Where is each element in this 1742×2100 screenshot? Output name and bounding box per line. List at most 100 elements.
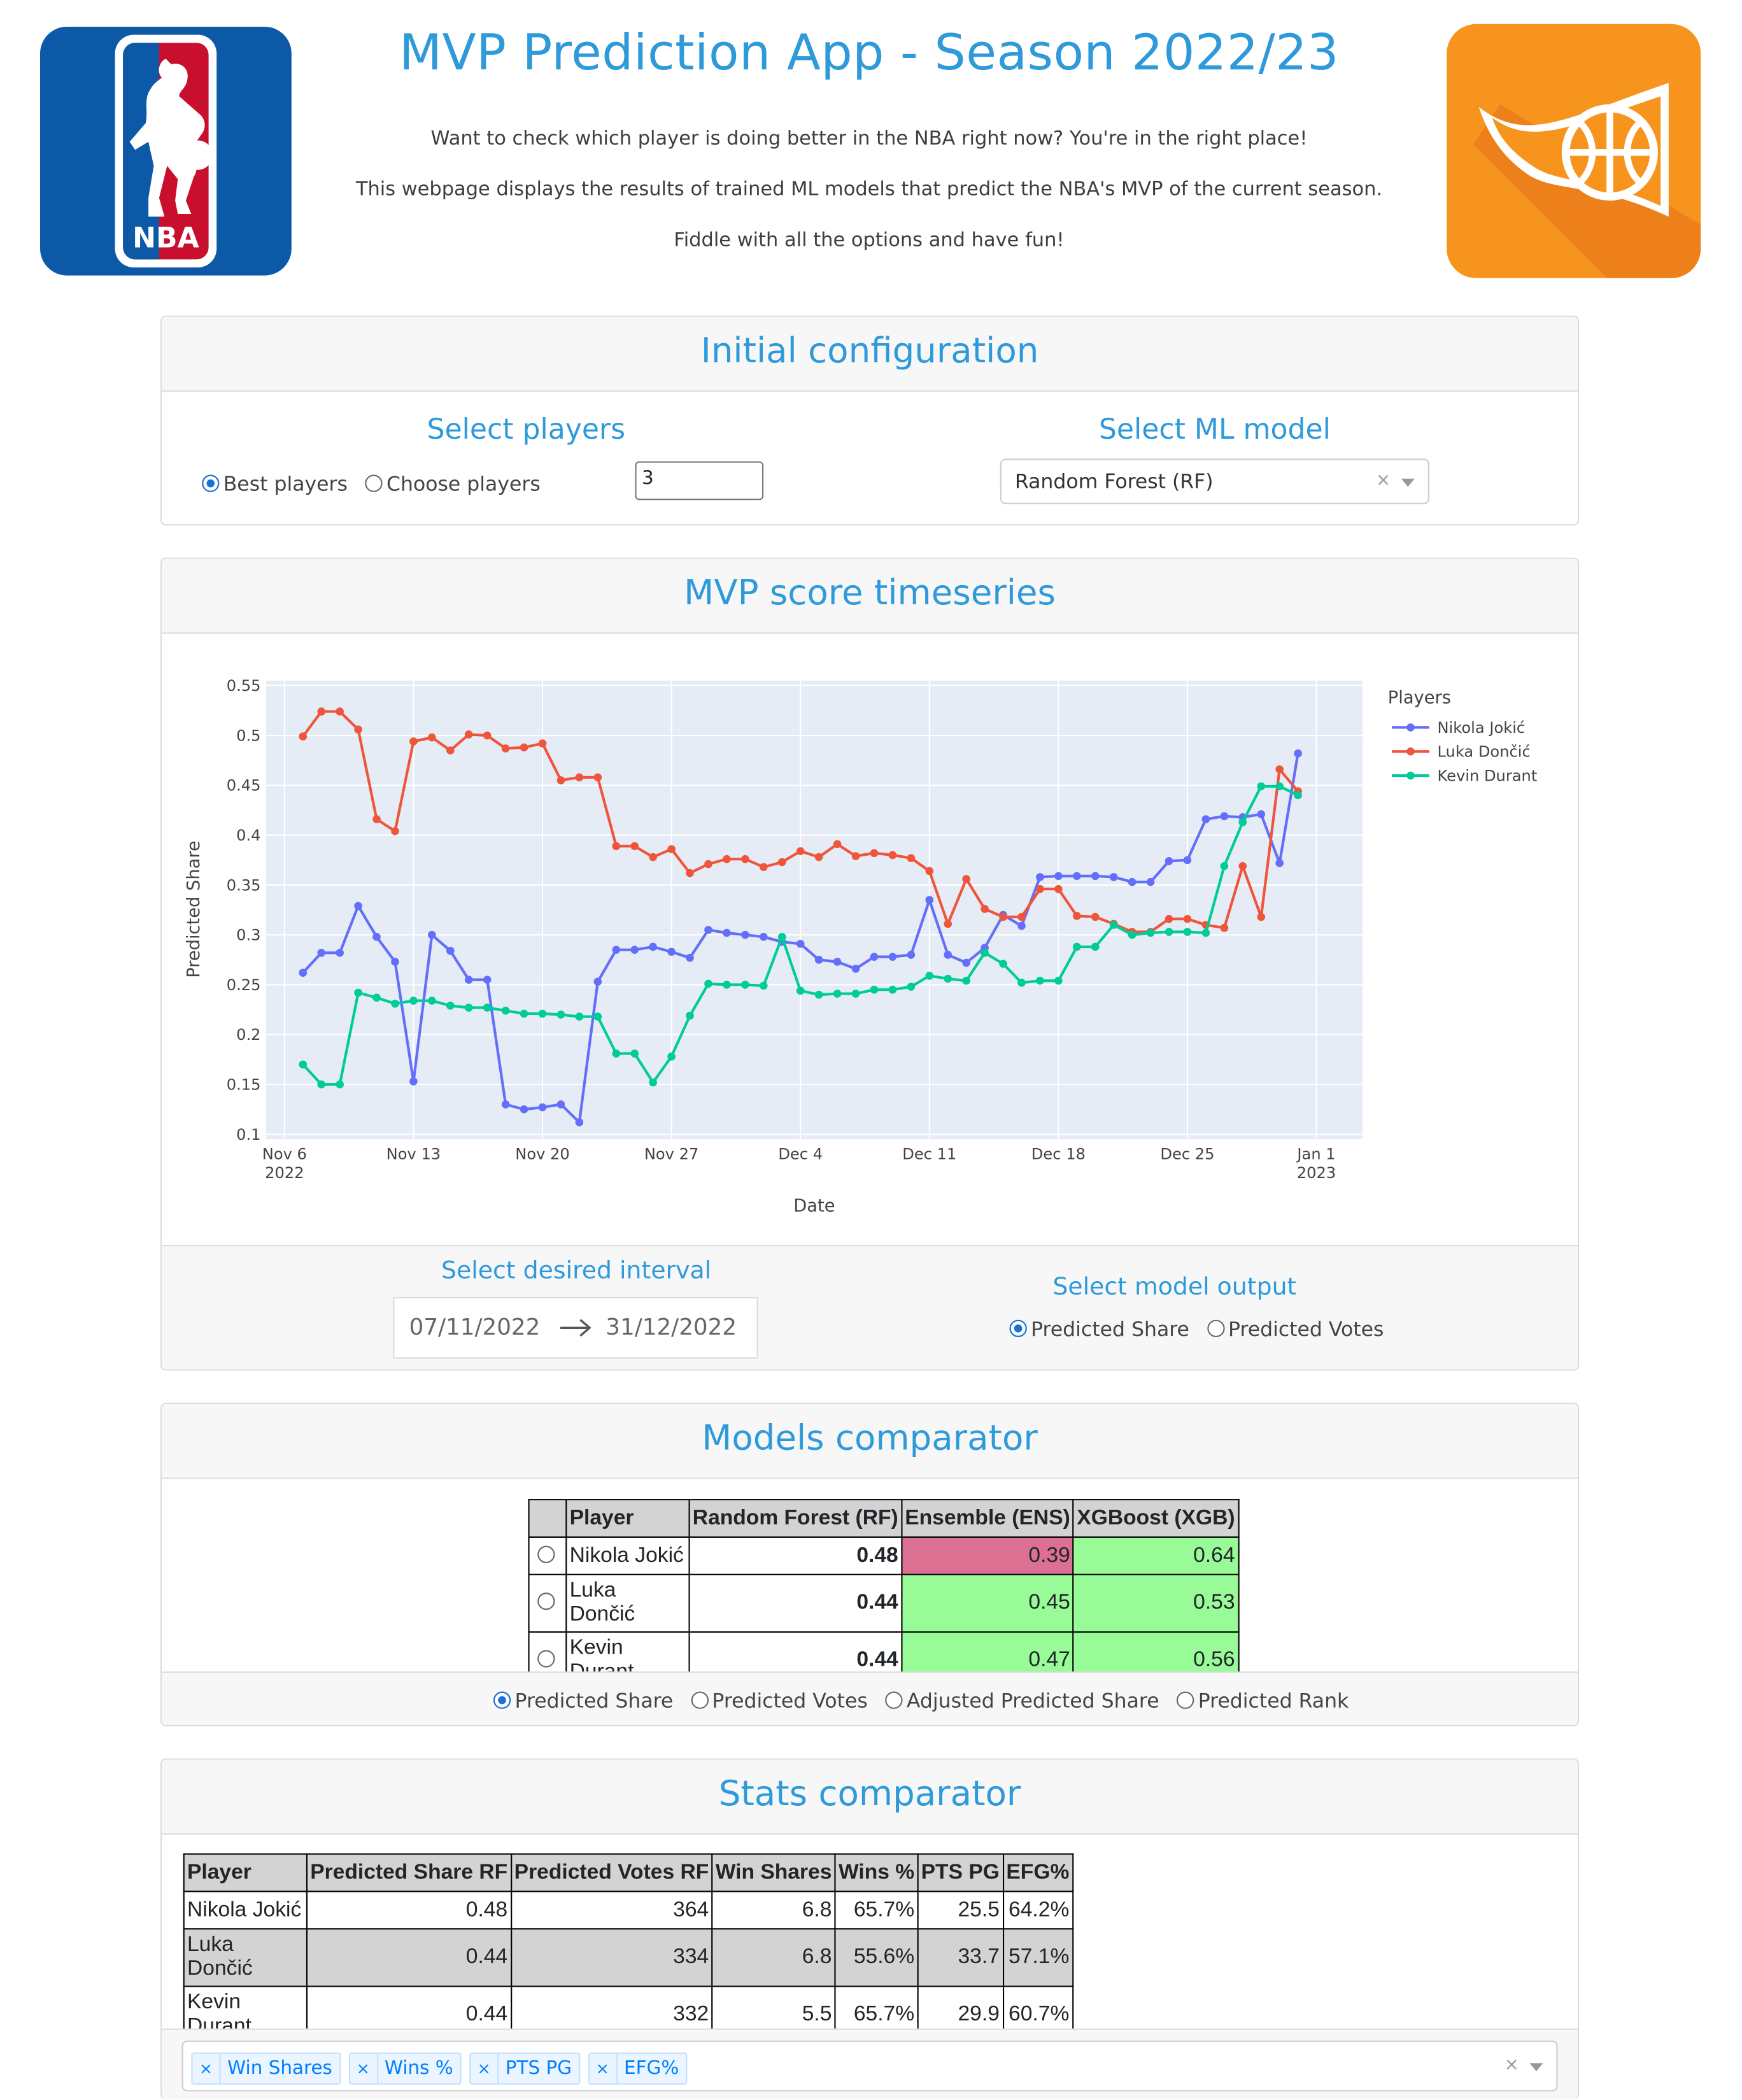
- models-table: Player Random Forest (RF) Ensemble (ENS)…: [528, 1499, 1239, 1691]
- data-point: [630, 946, 639, 954]
- data-point: [1275, 859, 1284, 867]
- column-header: Wins %: [834, 1853, 919, 1892]
- remove-tag-icon[interactable]: ×: [192, 2054, 221, 2083]
- initial-configuration-card: Initial configuration Select players Bes…: [160, 315, 1580, 526]
- remove-tag-icon[interactable]: ×: [350, 2054, 378, 2083]
- data-point: [391, 999, 399, 1008]
- data-point: [612, 842, 621, 851]
- select-column-header: [528, 1499, 567, 1538]
- choose-players-option[interactable]: Choose players: [365, 471, 551, 496]
- data-point: [925, 867, 934, 876]
- model-select-dropdown[interactable]: Random Forest (RF) ×: [1000, 458, 1429, 504]
- radio-checked-icon[interactable]: [1009, 1319, 1027, 1337]
- remove-tag-icon[interactable]: ×: [589, 2054, 618, 2083]
- radio-unchecked-icon[interactable]: [537, 1593, 555, 1610]
- predicted-votes-option[interactable]: Predicted Votes: [690, 1687, 879, 1713]
- adjusted-predicted-share-option[interactable]: Adjusted Predicted Share: [885, 1687, 1170, 1713]
- data-point: [1017, 921, 1026, 930]
- data-point: [1165, 914, 1173, 923]
- data-point: [336, 949, 344, 957]
- data-point: [501, 1100, 510, 1109]
- end-date-input[interactable]: 31/12/2022: [605, 1314, 737, 1341]
- predicted-share-option[interactable]: Predicted Share: [493, 1687, 684, 1713]
- mvp-timeseries-chart[interactable]: 0.1 0.15 0.2 0.25 0.3 0.35 0.4 0.45 0.5 0.55 Nov 6…: [162, 634, 1579, 1246]
- row-select-radio[interactable]: [528, 1573, 567, 1633]
- data-point: [888, 953, 897, 961]
- data-point: [336, 707, 344, 716]
- data-point: [1091, 942, 1100, 951]
- chevron-down-icon[interactable]: [1529, 2063, 1543, 2071]
- data-point: [686, 1011, 694, 1020]
- remove-tag-icon[interactable]: ×: [471, 2054, 499, 2083]
- column-header: Player: [565, 1499, 690, 1538]
- radio-unchecked-icon[interactable]: [690, 1691, 709, 1709]
- models-output-controls: Predicted Share Predicted Votes Adjusted…: [162, 1671, 1578, 1725]
- data-point: [630, 1049, 639, 1058]
- data-point: [575, 773, 584, 782]
- legend-title: Players: [1388, 688, 1451, 708]
- data-point: [428, 997, 436, 1005]
- predicted-rank-option[interactable]: Predicted Rank: [1177, 1687, 1359, 1713]
- selected-stat-tag[interactable]: × EFG%: [588, 2052, 687, 2085]
- stat-cell: 364: [510, 1891, 713, 1930]
- y-axis-label: Predicted Share: [184, 841, 204, 978]
- arrow-right-icon: [560, 1319, 591, 1337]
- stats-comparator-title: Stats comparator: [162, 1759, 1578, 1835]
- data-point: [409, 997, 418, 1005]
- timeseries-controls: Select desired interval 07/11/2022 31/12…: [162, 1245, 1578, 1370]
- data-point: [593, 1012, 602, 1021]
- data-point: [1238, 818, 1247, 827]
- player-cell: Nikola Jokić: [565, 1536, 690, 1575]
- data-point: [299, 968, 308, 977]
- page-title: MVP Prediction App - Season 2022/23: [399, 24, 1339, 82]
- legend-marker: [1406, 771, 1415, 780]
- radio-unchecked-icon[interactable]: [885, 1691, 903, 1709]
- data-point: [556, 776, 565, 784]
- radio-checked-icon[interactable]: [493, 1691, 511, 1709]
- y-tick-label: 0.3: [236, 926, 260, 944]
- radio-checked-icon[interactable]: [202, 474, 220, 492]
- y-tick-label: 0.45: [227, 777, 261, 795]
- players-count-input[interactable]: 3: [635, 461, 764, 500]
- selected-stat-tag[interactable]: × Wins %: [348, 2052, 462, 2085]
- plot-area: [266, 680, 1363, 1140]
- data-point: [925, 896, 934, 904]
- data-point: [1128, 930, 1137, 939]
- data-point: [1201, 928, 1210, 937]
- column-header: Ensemble (ENS): [900, 1499, 1075, 1538]
- row-select-radio[interactable]: [528, 1536, 567, 1575]
- legend-entry: Kevin Durant: [1438, 767, 1538, 784]
- data-point: [796, 986, 805, 995]
- data-point: [1220, 862, 1229, 870]
- stats-multiselect[interactable]: × Win Shares × Wins % × PTS PG × EFG% ×: [181, 2040, 1558, 2092]
- chevron-down-icon[interactable]: [1401, 478, 1415, 487]
- data-point: [1238, 862, 1247, 870]
- data-point: [299, 732, 308, 741]
- radio-unchecked-icon[interactable]: [365, 474, 383, 492]
- best-players-option[interactable]: Best players: [202, 471, 358, 496]
- radio-unchecked-icon[interactable]: [1207, 1319, 1224, 1337]
- radio-unchecked-icon[interactable]: [1177, 1691, 1194, 1709]
- table-row[interactable]: Luka Dončić 0.44 0.45 0.53: [528, 1573, 1239, 1633]
- data-point: [464, 976, 473, 984]
- data-point: [575, 1012, 584, 1021]
- date-range-picker[interactable]: 07/11/2022 31/12/2022: [393, 1296, 758, 1359]
- radio-unchecked-icon[interactable]: [537, 1545, 555, 1563]
- data-point: [760, 981, 768, 990]
- start-date-input[interactable]: 07/11/2022: [409, 1314, 541, 1341]
- data-point: [630, 842, 639, 851]
- radio-unchecked-icon[interactable]: [537, 1650, 555, 1668]
- data-point: [704, 979, 712, 988]
- selected-stat-tag[interactable]: × Win Shares: [191, 2052, 341, 2085]
- x-tick-label: Jan 1: [1296, 1146, 1335, 1163]
- table-row[interactable]: Nikola Jokić 0.48 0.39 0.64: [528, 1536, 1239, 1575]
- clear-icon[interactable]: ×: [1505, 2055, 1519, 2076]
- predicted-share-option[interactable]: Predicted Share: [1009, 1316, 1200, 1341]
- data-point: [1036, 873, 1044, 881]
- selected-stat-tag[interactable]: × PTS PG: [469, 2052, 580, 2085]
- predicted-votes-option[interactable]: Predicted Votes: [1207, 1316, 1394, 1341]
- x-axis-label: Date: [793, 1196, 835, 1216]
- stat-cell: 0.48: [306, 1891, 512, 1930]
- clear-icon[interactable]: ×: [1376, 471, 1391, 491]
- stat-cell: 65.7%: [834, 1891, 919, 1930]
